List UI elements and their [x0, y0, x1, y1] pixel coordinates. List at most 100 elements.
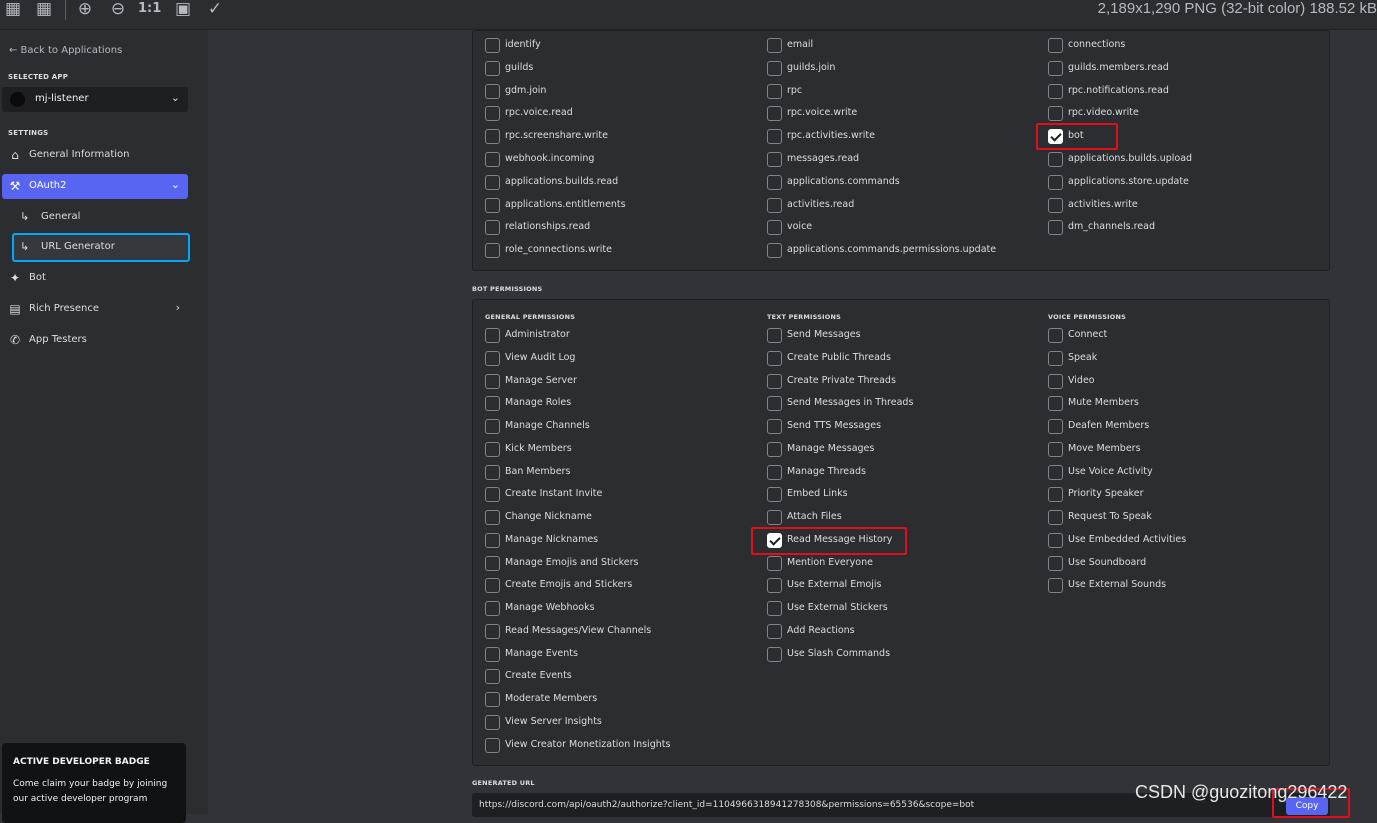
checkbox-label[interactable]: Send Messages in Threads: [787, 397, 913, 408]
checkbox-label[interactable]: rpc.voice.read: [505, 107, 573, 118]
checkbox-send-messages[interactable]: [767, 328, 782, 343]
checkbox-label[interactable]: Create Private Threads: [787, 375, 896, 386]
checkbox-rpc-activities-write[interactable]: [767, 129, 782, 145]
sidebar-item-general-information[interactable]: ⌂ General Information: [2, 143, 188, 168]
checkbox-mention-everyone[interactable]: [767, 555, 782, 571]
fit-icon[interactable]: ▣: [172, 0, 194, 20]
checkbox-label[interactable]: rpc.notifications.read: [1068, 85, 1169, 96]
checkbox-label[interactable]: relationships.read: [505, 221, 590, 232]
checkbox-label[interactable]: messages.read: [787, 153, 859, 164]
checkbox-use-slash-commands[interactable]: [767, 646, 782, 662]
checkbox-label[interactable]: gdm.join: [505, 85, 546, 96]
checkbox-read-messages-view-channels[interactable]: [485, 623, 500, 639]
checkbox-activities-write[interactable]: [1048, 197, 1063, 213]
checkbox-label[interactable]: applications.commands: [787, 176, 900, 187]
checkbox-label[interactable]: Use External Emojis: [787, 579, 882, 590]
checkbox-label[interactable]: connections: [1068, 39, 1125, 50]
checkbox-move-members[interactable]: [1048, 441, 1063, 457]
app-selector[interactable]: mj-listener ⌄: [2, 87, 188, 112]
checkbox-view-creator-monetization-insights[interactable]: [485, 737, 500, 753]
checkbox-label[interactable]: View Server Insights: [505, 716, 602, 727]
checkbox-label[interactable]: Manage Webhooks: [505, 602, 595, 613]
checkbox-label[interactable]: Embed Links: [787, 488, 848, 499]
checkbox-rpc-voice-read[interactable]: [485, 106, 500, 122]
checkbox-label[interactable]: activities.write: [1068, 199, 1138, 210]
checkbox-identify[interactable]: [485, 38, 500, 53]
checkbox-label[interactable]: applications.builds.read: [505, 176, 618, 187]
checkbox-guilds-join[interactable]: [767, 60, 782, 76]
back-to-applications-link[interactable]: ← Back to Applications: [9, 45, 122, 56]
checkbox-add-reactions[interactable]: [767, 623, 782, 639]
checkbox-label[interactable]: applications.store.update: [1068, 176, 1189, 187]
checkbox-label[interactable]: guilds: [505, 62, 533, 73]
checkbox-label[interactable]: Moderate Members: [505, 693, 597, 704]
checkbox-create-emojis-and-stickers[interactable]: [485, 578, 500, 594]
checkbox-manage-threads[interactable]: [767, 464, 782, 480]
checkbox-label[interactable]: Video: [1068, 375, 1095, 386]
checkbox-label[interactable]: Use Voice Activity: [1068, 466, 1153, 477]
checkbox-label[interactable]: Manage Server: [505, 375, 577, 386]
checkbox-kick-members[interactable]: [485, 441, 500, 457]
checkbox-manage-messages[interactable]: [767, 441, 782, 457]
checkbox-use-external-stickers[interactable]: [767, 601, 782, 616]
checkbox-rpc-voice-write[interactable]: [767, 106, 782, 122]
checkbox-applications-builds-upload[interactable]: [1048, 152, 1063, 167]
sidebar-item-bot[interactable]: ✦ Bot: [2, 266, 188, 291]
checkbox-guilds-members-read[interactable]: [1048, 60, 1063, 76]
checkbox-view-audit-log[interactable]: [485, 350, 500, 366]
checkbox-label[interactable]: guilds.join: [787, 62, 835, 73]
checkbox-label[interactable]: Manage Emojis and Stickers: [505, 557, 638, 568]
checkbox-manage-emojis-and-stickers[interactable]: [485, 555, 500, 571]
checkbox-label[interactable]: guilds.members.read: [1068, 62, 1169, 73]
checkbox-label[interactable]: View Creator Monetization Insights: [505, 739, 670, 750]
checkbox-label[interactable]: Change Nickname: [505, 511, 592, 522]
checkbox-label[interactable]: Use Slash Commands: [787, 648, 890, 659]
checkbox-rpc-video-write[interactable]: [1048, 106, 1063, 122]
zoom-out-icon[interactable]: ⊖: [107, 0, 129, 20]
checkbox-applications-entitlements[interactable]: [485, 197, 500, 213]
checkbox-label[interactable]: applications.entitlements: [505, 199, 626, 210]
checkbox-label[interactable]: Create Instant Invite: [505, 488, 602, 499]
checkbox-connect[interactable]: [1048, 328, 1063, 343]
checkbox-role-connections-write[interactable]: [485, 243, 500, 259]
zoom-in-icon[interactable]: ⊕: [74, 0, 96, 20]
checkbox-label[interactable]: webhook.incoming: [505, 153, 594, 164]
checker-icon[interactable]: ▦: [2, 0, 24, 20]
checkbox-label[interactable]: Request To Speak: [1068, 511, 1152, 522]
checkbox-manage-events[interactable]: [485, 646, 500, 662]
checkbox-label[interactable]: Use Soundboard: [1068, 557, 1146, 568]
checkbox-create-instant-invite[interactable]: [485, 487, 500, 503]
checkbox-dm-channels-read[interactable]: [1048, 220, 1063, 236]
sidebar-item-oauth2[interactable]: ⚒ OAuth2 ⌄: [2, 174, 188, 199]
checkbox-deafen-members[interactable]: [1048, 419, 1063, 434]
checkbox-manage-nicknames[interactable]: [485, 532, 500, 548]
checkbox-relationships-read[interactable]: [485, 220, 500, 236]
checkbox-label[interactable]: Move Members: [1068, 443, 1141, 454]
checkbox-send-tts-messages[interactable]: [767, 419, 782, 434]
checkbox-use-embedded-activities[interactable]: [1048, 532, 1063, 548]
sidebar-item-rich-presence[interactable]: ▤ Rich Presence ›: [2, 297, 188, 322]
checkbox-label[interactable]: Connect: [1068, 329, 1107, 340]
checkbox-label[interactable]: rpc.video.write: [1068, 107, 1139, 118]
checkbox-label[interactable]: role_connections.write: [505, 244, 612, 255]
checkbox-webhook-incoming[interactable]: [485, 152, 500, 167]
checkbox-label[interactable]: rpc.activities.write: [787, 130, 875, 141]
checkbox-voice[interactable]: [767, 220, 782, 236]
checkbox-label[interactable]: Attach Files: [787, 511, 842, 522]
checkbox-label[interactable]: Manage Nicknames: [505, 534, 598, 545]
checkbox-send-messages-in-threads[interactable]: [767, 396, 782, 412]
checkbox-label[interactable]: Use External Sounds: [1068, 579, 1166, 590]
checkbox-label[interactable]: Read Messages/View Channels: [505, 625, 651, 636]
checkbox-label[interactable]: View Audit Log: [505, 352, 575, 363]
checkbox-label[interactable]: identify: [505, 39, 541, 50]
checkbox-manage-server[interactable]: [485, 373, 500, 389]
checkbox-rpc[interactable]: [767, 83, 782, 99]
checkbox-label[interactable]: rpc: [787, 85, 802, 96]
checkbox-label[interactable]: Manage Events: [505, 648, 578, 659]
checkbox-embed-links[interactable]: [767, 487, 782, 503]
checkbox-manage-channels[interactable]: [485, 419, 500, 434]
checkbox-label[interactable]: Speak: [1068, 352, 1097, 363]
checkbox-priority-speaker[interactable]: [1048, 487, 1063, 503]
checkbox-label[interactable]: Priority Speaker: [1068, 488, 1143, 499]
grid-icon[interactable]: ▦: [33, 0, 55, 20]
